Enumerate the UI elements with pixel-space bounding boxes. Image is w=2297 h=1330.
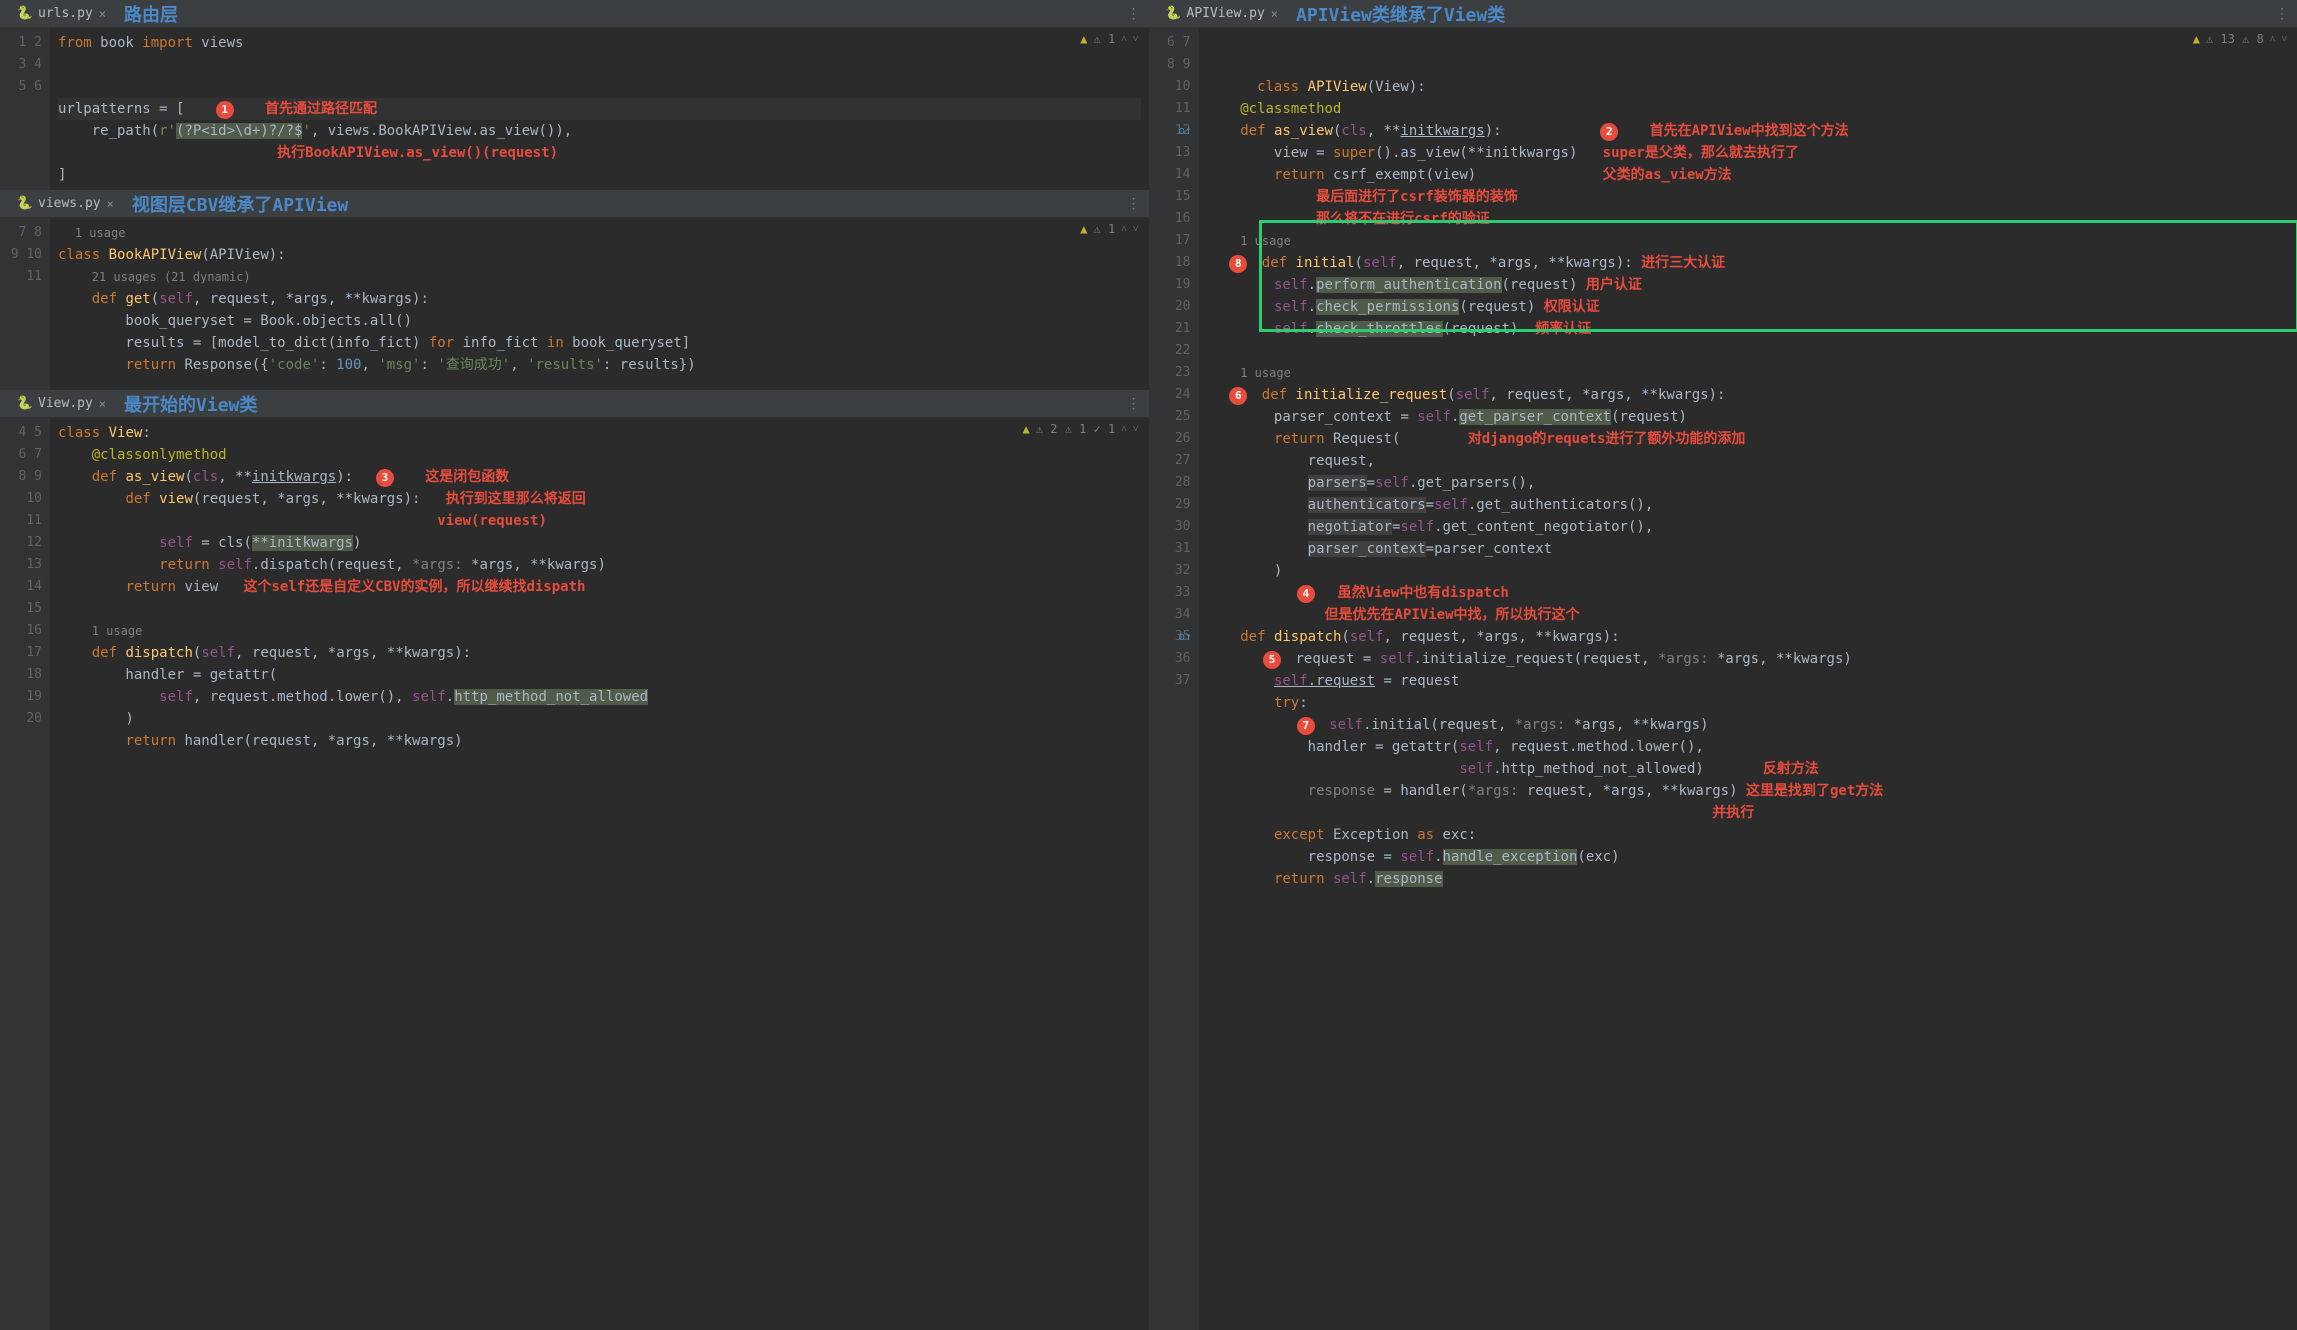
more-icon[interactable]: ⋮ bbox=[1127, 396, 1141, 412]
editor-view[interactable]: ▲ ⚠ 2 ⚠ 1 ✓ 1 ˄ ˅ 4 5 6 7 8 9 10 11 12 1… bbox=[0, 418, 1149, 1330]
close-icon[interactable]: × bbox=[99, 397, 106, 411]
pane-view-class: 🐍 View.py × 最开始的View类 ⋮ ▲ ⚠ 2 ⚠ 1 ✓ 1 ˄ … bbox=[0, 390, 1149, 1330]
section-title: 路由层 bbox=[124, 1, 178, 27]
gutter: 6 7 8 9 10 11 12 13 14 15 16 17 18 19 20… bbox=[1149, 28, 1199, 1330]
pane-views: 🐍 views.py × 视图层CBV继承了APIView ⋮ ▲ ⚠ 1 ˄ … bbox=[0, 190, 1149, 390]
code-area[interactable]: class View: @classonlymethod def as_view… bbox=[50, 418, 1149, 1330]
tab-urls[interactable]: 🐍 urls.py × bbox=[8, 2, 116, 25]
tab-label: View.py bbox=[38, 396, 93, 411]
close-icon[interactable]: × bbox=[107, 197, 114, 211]
more-icon[interactable]: ⋮ bbox=[1127, 196, 1141, 212]
tab-label: views.py bbox=[38, 196, 101, 211]
highlight-box bbox=[1259, 220, 2297, 332]
code-area[interactable]: class APIView(View): @classmethod o↑ def… bbox=[1199, 28, 2297, 1330]
python-file-icon: 🐍 bbox=[18, 197, 32, 211]
code-area[interactable]: from book import views urlpatterns = [ 1… bbox=[50, 28, 1149, 190]
editor-apiview[interactable]: ▲ ⚠ 13 ⚠ 8 ˄ ˅ 6 7 8 9 10 11 12 13 14 15… bbox=[1149, 28, 2297, 1330]
tab-bar-urls: 🐍 urls.py × 路由层 ⋮ bbox=[0, 0, 1149, 28]
close-icon[interactable]: × bbox=[1271, 7, 1278, 21]
tab-apiview[interactable]: 🐍 APIView.py × bbox=[1157, 2, 1289, 25]
section-title: 最开始的View类 bbox=[124, 391, 257, 417]
left-column: 🐍 urls.py × 路由层 ⋮ ▲ ⚠ 1 ˄ ˅ 1 2 3 4 5 6 … bbox=[0, 0, 1149, 1330]
code-area[interactable]: 1 usage class BookAPIView(APIView): 21 u… bbox=[50, 218, 1149, 390]
right-column: 🐍 APIView.py × APIView类继承了View类 ⋮ ▲ ⚠ 13… bbox=[1149, 0, 2297, 1330]
override-icon[interactable]: o↑ bbox=[1179, 626, 1195, 642]
gutter: 1 2 3 4 5 6 bbox=[0, 28, 50, 190]
python-file-icon: 🐍 bbox=[1167, 7, 1181, 21]
pane-urls: 🐍 urls.py × 路由层 ⋮ ▲ ⚠ 1 ˄ ˅ 1 2 3 4 5 6 … bbox=[0, 0, 1149, 190]
editor-views[interactable]: ▲ ⚠ 1 ˄ ˅ 7 8 9 10 11 1 usage class Book… bbox=[0, 218, 1149, 390]
section-title: APIView类继承了View类 bbox=[1296, 1, 1505, 27]
tab-view[interactable]: 🐍 View.py × bbox=[8, 392, 116, 415]
more-icon[interactable]: ⋮ bbox=[1127, 6, 1141, 22]
tab-label: APIView.py bbox=[1187, 6, 1265, 21]
override-icon[interactable]: o↑ bbox=[1179, 120, 1195, 136]
tab-views[interactable]: 🐍 views.py × bbox=[8, 192, 124, 215]
tab-bar-view: 🐍 View.py × 最开始的View类 ⋮ bbox=[0, 390, 1149, 418]
more-icon[interactable]: ⋮ bbox=[2275, 6, 2289, 22]
editor-urls[interactable]: ▲ ⚠ 1 ˄ ˅ 1 2 3 4 5 6 from book import v… bbox=[0, 28, 1149, 190]
tab-label: urls.py bbox=[38, 6, 93, 21]
tab-bar-apiview: 🐍 APIView.py × APIView类继承了View类 ⋮ bbox=[1149, 0, 2297, 28]
python-file-icon: 🐍 bbox=[18, 7, 32, 21]
section-title: 视图层CBV继承了APIView bbox=[132, 191, 348, 217]
tab-bar-views: 🐍 views.py × 视图层CBV继承了APIView ⋮ bbox=[0, 190, 1149, 218]
pane-apiview: 🐍 APIView.py × APIView类继承了View类 ⋮ ▲ ⚠ 13… bbox=[1149, 0, 2297, 1330]
close-icon[interactable]: × bbox=[99, 7, 106, 21]
python-file-icon: 🐍 bbox=[18, 397, 32, 411]
gutter: 4 5 6 7 8 9 10 11 12 13 14 15 16 17 18 1… bbox=[0, 418, 50, 1330]
gutter: 7 8 9 10 11 bbox=[0, 218, 50, 390]
